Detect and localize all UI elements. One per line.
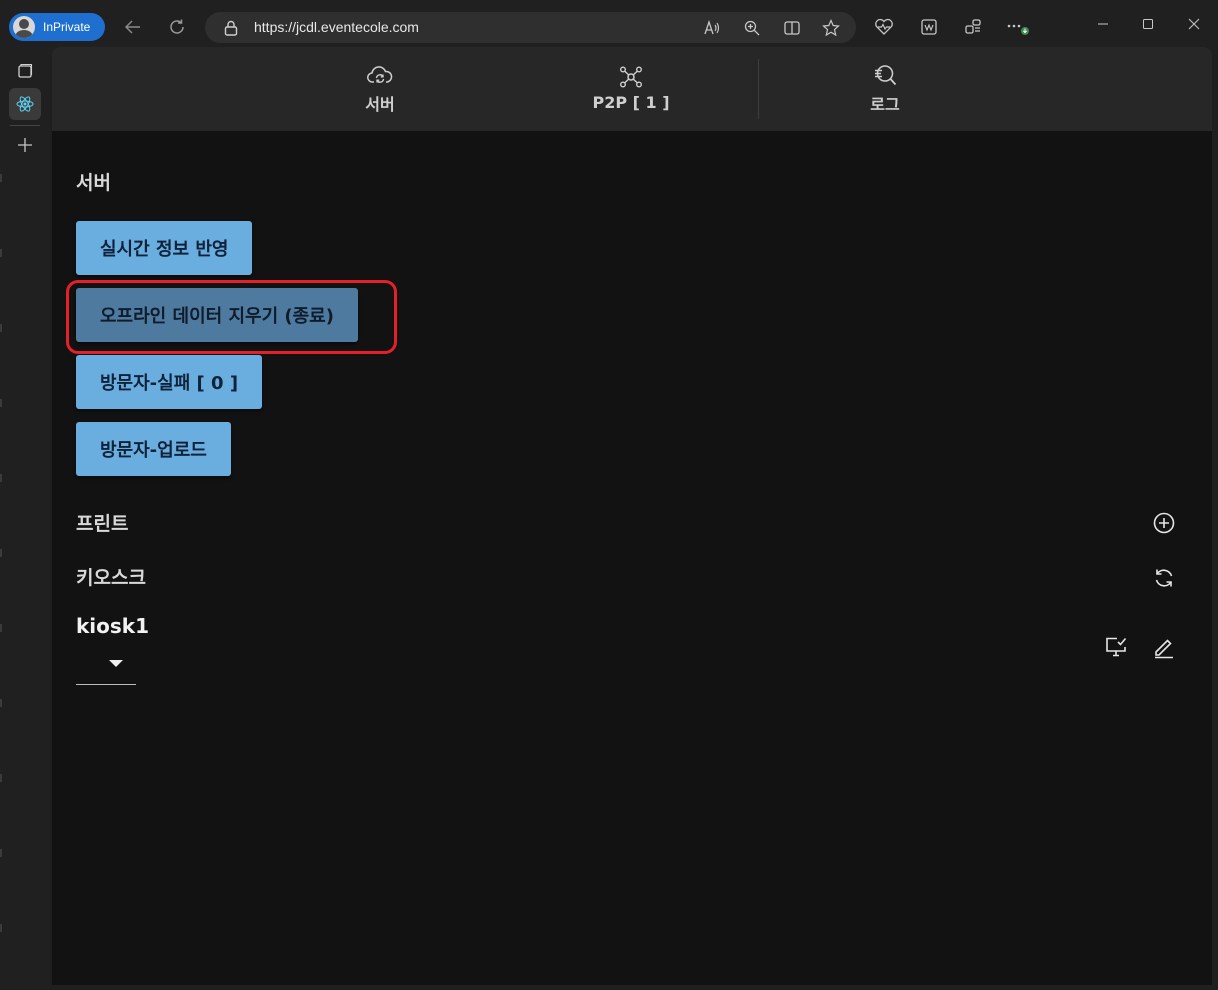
- back-button[interactable]: [120, 14, 146, 40]
- refresh-icon: [1155, 569, 1173, 587]
- inprivate-label: InPrivate: [43, 20, 91, 34]
- tab-server[interactable]: 서버: [290, 47, 470, 131]
- tab-p2p-label: P2P [ 1 ]: [592, 93, 670, 112]
- react-logo-icon: [16, 96, 34, 112]
- maximize-window-button[interactable]: [1133, 12, 1163, 36]
- browser-essentials-icon[interactable]: [872, 15, 896, 39]
- new-tab-button[interactable]: [9, 129, 41, 161]
- edit-pencil-icon: [1155, 639, 1173, 659]
- print-section-title: 프린트: [76, 513, 129, 535]
- back-arrow-icon: [124, 20, 140, 34]
- visitor-upload-button[interactable]: 방문자-업로드: [76, 422, 231, 476]
- kiosk-section-title: 키오스크: [76, 567, 146, 589]
- refresh-page-button[interactable]: [164, 14, 190, 40]
- add-circle-icon: [1153, 512, 1175, 534]
- tab-actions-button[interactable]: [9, 55, 41, 87]
- network-nodes-icon: [620, 66, 643, 88]
- active-tab-favicon[interactable]: [9, 88, 41, 120]
- kiosk-monitor-button[interactable]: [1103, 634, 1129, 660]
- log-search-icon: [875, 64, 897, 85]
- browser-titlebar: InPrivate https://jcdl.eventecole.com: [0, 0, 1218, 54]
- tab-log-label: 로그: [870, 94, 900, 114]
- reload-icon: [170, 19, 184, 34]
- url-text: https://jcdl.eventecole.com: [254, 19, 419, 35]
- inprivate-profile-button[interactable]: InPrivate: [9, 13, 105, 41]
- close-window-button[interactable]: [1179, 12, 1209, 36]
- kiosk-dropdown[interactable]: [76, 649, 136, 685]
- top-tab-bar: 서버 P2P [ 1 ] 로그: [52, 47, 1212, 131]
- cloud-sync-icon: [367, 65, 393, 83]
- page-content: 서버 P2P [ 1 ] 로그 서버 실시간 정보 반영 오프라인 데이터 지우…: [52, 47, 1212, 985]
- visitor-failed-button[interactable]: 방문자-실패 [ 0 ]: [76, 355, 263, 409]
- refresh-kiosk-button[interactable]: [1151, 565, 1177, 591]
- vertical-tab-rail: [0, 54, 50, 990]
- lock-icon[interactable]: [219, 16, 243, 40]
- caret-down-icon: [109, 660, 123, 667]
- plus-icon: [18, 138, 32, 152]
- monitor-check-icon: [1106, 637, 1127, 657]
- tab-log[interactable]: 로그: [795, 47, 975, 131]
- add-printer-button[interactable]: [1151, 510, 1177, 536]
- tab-p2p[interactable]: P2P [ 1 ]: [541, 47, 721, 131]
- web-capture-icon[interactable]: [917, 15, 941, 39]
- realtime-info-apply-button[interactable]: 실시간 정보 반영: [76, 221, 253, 275]
- split-screen-icon[interactable]: [780, 16, 804, 40]
- favorite-star-icon[interactable]: [819, 16, 843, 40]
- kiosk-name: kiosk1: [76, 614, 150, 638]
- zoom-icon[interactable]: [740, 16, 764, 40]
- address-bar[interactable]: https://jcdl.eventecole.com: [205, 12, 856, 43]
- collections-icon[interactable]: [961, 15, 985, 39]
- minimize-icon: [1098, 23, 1108, 25]
- tab-server-label: 서버: [365, 94, 395, 114]
- highlight-outline: [66, 280, 397, 354]
- close-icon: [1188, 18, 1200, 30]
- minimize-window-button[interactable]: [1088, 12, 1118, 36]
- tab-actions-icon: [18, 63, 33, 78]
- read-aloud-icon[interactable]: [700, 16, 724, 40]
- profile-avatar-icon: [13, 16, 35, 38]
- maximize-icon: [1143, 19, 1153, 29]
- kiosk-edit-button[interactable]: [1151, 634, 1177, 660]
- server-section-title: 서버: [76, 172, 111, 194]
- more-options-icon[interactable]: [1005, 15, 1029, 39]
- tab-divider: [758, 59, 759, 119]
- rail-divider: [10, 125, 40, 126]
